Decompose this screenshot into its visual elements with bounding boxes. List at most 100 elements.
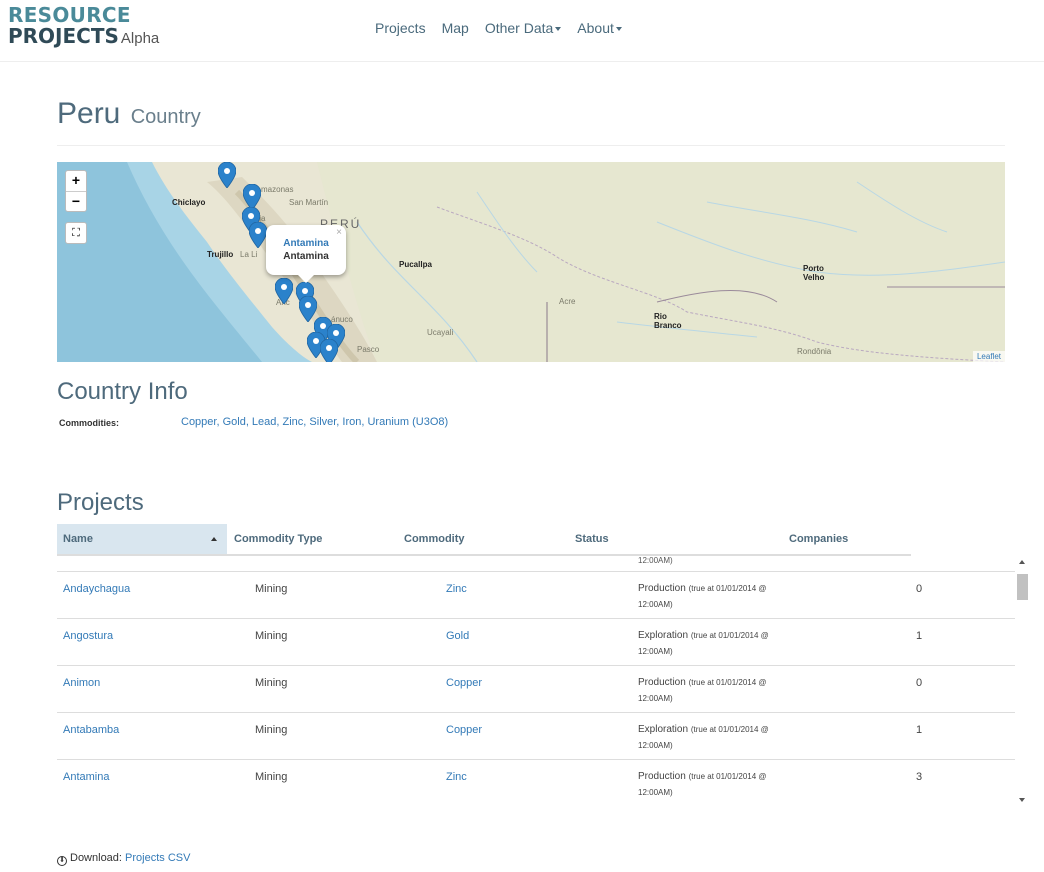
map-label-porto-velho: Porto Velho bbox=[803, 264, 825, 282]
brand-logo[interactable]: RESOURCE PROJECTS Alpha bbox=[8, 5, 159, 49]
project-link[interactable]: Animon bbox=[63, 677, 100, 689]
companies-cell: 0 bbox=[916, 583, 923, 595]
commodity-cell: Copper bbox=[446, 722, 482, 739]
companies-cell: 3 bbox=[916, 771, 923, 783]
leaflet-attribution-link[interactable]: Leaflet bbox=[972, 351, 1005, 362]
status-time: 12:00AM) bbox=[638, 788, 673, 797]
nav-map[interactable]: Map bbox=[442, 20, 469, 36]
commodity-link[interactable]: Copper bbox=[446, 724, 482, 736]
download-section: ⬇ Download: Projects CSV bbox=[57, 852, 190, 866]
status-note: (true at 01/01/2014 @ bbox=[688, 772, 767, 781]
column-header-status[interactable]: Status bbox=[575, 524, 609, 554]
project-name-cell: Andaychagua bbox=[63, 581, 130, 598]
nav-other-data[interactable]: Other Data bbox=[484, 20, 562, 36]
scroll-up-icon[interactable] bbox=[1019, 560, 1025, 564]
column-header-name-label: Name bbox=[63, 533, 93, 545]
status-cell: Production (true at 01/01/2014 @ 12:00AM) bbox=[638, 769, 767, 801]
sort-ascending-icon bbox=[211, 537, 217, 541]
map-marker-icon[interactable] bbox=[320, 339, 338, 362]
project-name-cell: Antabamba bbox=[63, 722, 119, 739]
map-label-la-libertad: La Li bbox=[240, 250, 258, 259]
commodities-label: Commodities: bbox=[59, 418, 120, 428]
status-text: Production bbox=[638, 771, 686, 782]
navbar: RESOURCE PROJECTS Alpha Projects Map Othe… bbox=[0, 0, 1044, 62]
partial-row-text: 12:00AM) bbox=[638, 556, 673, 565]
companies-cell: 1 bbox=[916, 630, 923, 642]
column-header-name[interactable]: Name bbox=[57, 524, 227, 554]
nav-projects[interactable]: Projects bbox=[375, 20, 426, 36]
zoom-in-button[interactable]: + bbox=[66, 171, 86, 191]
status-text: Production bbox=[638, 583, 686, 594]
projects-table-body[interactable]: 12:00AM) Andaychagua Mining Zinc Product… bbox=[57, 556, 1015, 806]
column-header-companies[interactable]: Companies bbox=[789, 524, 848, 554]
project-name-cell: Animon bbox=[63, 675, 100, 692]
column-header-commodity-type[interactable]: Commodity Type bbox=[234, 524, 322, 554]
map-label-san-martin: San Martín bbox=[289, 198, 329, 207]
map[interactable]: Chiclayo mazonas San Martín PERÚ Caja Tr… bbox=[57, 162, 1005, 362]
popup-close-icon[interactable]: × bbox=[336, 226, 342, 239]
commodity-type-cell: Mining bbox=[255, 630, 288, 642]
page-title: Peru Country bbox=[57, 97, 201, 131]
table-scrollbar[interactable] bbox=[1016, 556, 1029, 806]
status-cell: Production (true at 01/01/2014 @ 12:00AM) bbox=[638, 581, 767, 613]
status-note: (true at 01/01/2014 @ bbox=[688, 584, 767, 593]
popup-project-text: Antamina bbox=[283, 251, 329, 262]
project-name-cell: Angostura bbox=[63, 628, 113, 645]
map-label-pucallpa: Pucallpa bbox=[399, 260, 432, 269]
nav-about-label: About bbox=[577, 20, 614, 36]
projects-csv-link[interactable]: Projects CSV bbox=[125, 852, 190, 864]
commodity-link[interactable]: Zinc bbox=[446, 771, 467, 783]
status-text: Production bbox=[638, 677, 686, 688]
scroll-thumb[interactable] bbox=[1017, 574, 1028, 600]
commodity-type-cell: Mining bbox=[255, 724, 288, 736]
brand-line1: RESOURCE bbox=[8, 3, 131, 27]
status-time: 12:00AM) bbox=[638, 694, 673, 703]
popup-project-link[interactable]: Antamina bbox=[283, 238, 329, 249]
status-cell: Production (true at 01/01/2014 @ 12:00AM) bbox=[638, 675, 767, 707]
companies-cell: 0 bbox=[916, 677, 923, 689]
country-info-heading: Country Info bbox=[57, 378, 188, 405]
map-label-trujillo: Trujillo bbox=[207, 250, 234, 259]
status-time: 12:00AM) bbox=[638, 600, 673, 609]
status-text: Exploration bbox=[638, 724, 689, 735]
map-popup: × Antamina Antamina bbox=[266, 225, 346, 283]
map-basemap bbox=[57, 162, 1005, 362]
map-label-rondonia: Rondônia bbox=[797, 347, 832, 356]
table-row: Animon Mining Copper Production (true at… bbox=[57, 665, 1015, 712]
popup-tip bbox=[298, 275, 314, 283]
fullscreen-icon[interactable]: ⛶ bbox=[65, 222, 87, 244]
nav-other-data-label: Other Data bbox=[484, 20, 554, 36]
project-link[interactable]: Antabamba bbox=[63, 724, 119, 736]
project-link[interactable]: Antamina bbox=[63, 771, 109, 783]
zoom-out-button[interactable]: − bbox=[66, 191, 86, 211]
map-label-pasco: Pasco bbox=[357, 345, 380, 354]
commodity-link[interactable]: Zinc bbox=[446, 583, 467, 595]
status-text: Exploration bbox=[638, 630, 689, 641]
divider bbox=[57, 145, 1005, 146]
scroll-down-icon[interactable] bbox=[1019, 798, 1025, 802]
commodity-cell: Gold bbox=[446, 628, 469, 645]
project-link[interactable]: Angostura bbox=[63, 630, 113, 642]
nav-about[interactable]: About bbox=[577, 20, 622, 36]
commodity-type-cell: Mining bbox=[255, 583, 288, 595]
status-time: 12:00AM) bbox=[638, 647, 673, 656]
map-label-amazonas: mazonas bbox=[261, 185, 294, 194]
caret-down-icon bbox=[615, 27, 622, 32]
map-marker-icon[interactable] bbox=[275, 278, 293, 304]
status-cell: Exploration (true at 01/01/2014 @ 12:00AM… bbox=[638, 722, 769, 754]
map-marker-icon[interactable] bbox=[249, 222, 267, 248]
column-header-commodity[interactable]: Commodity bbox=[404, 524, 465, 554]
commodities-value[interactable]: Copper, Gold, Lead, Zinc, Silver, Iron, … bbox=[181, 416, 448, 428]
companies-cell: 1 bbox=[916, 724, 923, 736]
status-time: 12:00AM) bbox=[638, 741, 673, 750]
download-label: Download: bbox=[70, 852, 122, 864]
map-marker-icon[interactable] bbox=[218, 162, 236, 188]
table-row: Antabamba Mining Copper Exploration (tru… bbox=[57, 712, 1015, 759]
commodity-link[interactable]: Copper bbox=[446, 677, 482, 689]
project-link[interactable]: Andaychagua bbox=[63, 583, 130, 595]
map-label-rio-branco: Rio Branco bbox=[654, 312, 682, 330]
table-row: Andaychagua Mining Zinc Production (true… bbox=[57, 571, 1015, 618]
commodity-link[interactable]: Gold bbox=[446, 630, 469, 642]
map-label-ucayali: Ucayali bbox=[427, 328, 454, 337]
page-title-text: Peru bbox=[57, 97, 121, 130]
